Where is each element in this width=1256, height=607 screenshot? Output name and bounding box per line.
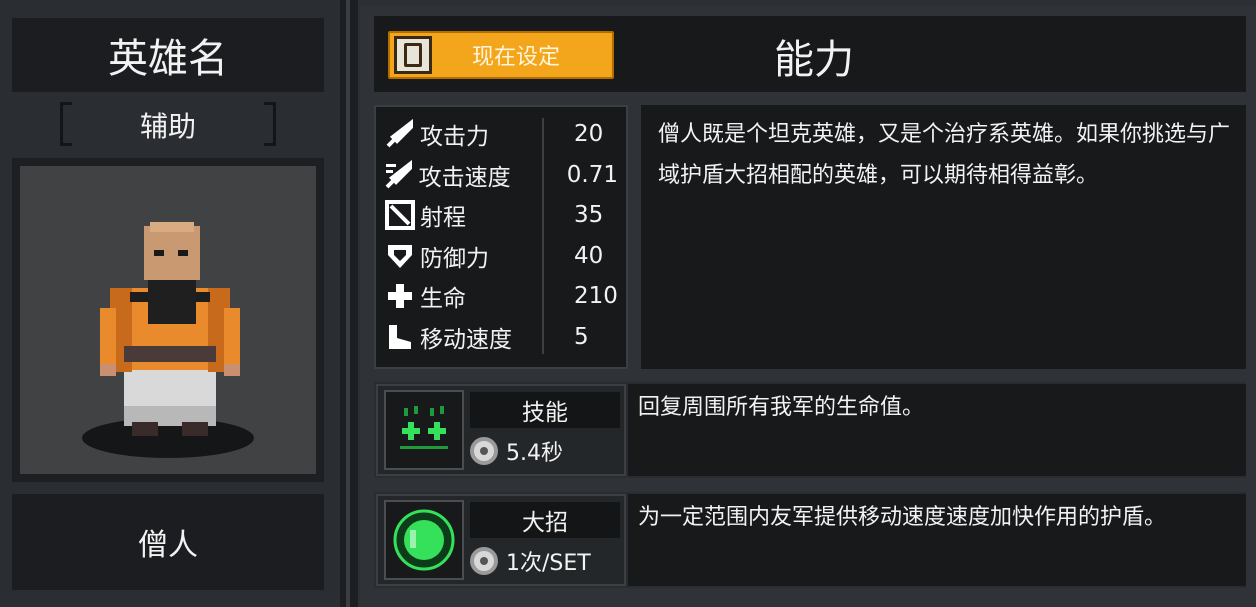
stat-label: 攻击力 — [420, 124, 489, 150]
keycap-icon — [394, 36, 432, 74]
ultimate-uses-value: 1次/SET — [506, 551, 591, 576]
attack-speed-icon — [384, 159, 415, 191]
stat-row-range: 射程 35 — [384, 196, 618, 234]
range-icon — [384, 199, 416, 231]
hero-role: 辅助 — [12, 100, 324, 150]
hero-role-label: 辅助 — [139, 110, 196, 143]
boot-icon — [384, 321, 416, 353]
stat-value: 5 — [574, 324, 589, 350]
stat-label: 防御力 — [420, 246, 489, 272]
stat-label: 移动速度 — [420, 327, 512, 353]
ultimate-uses: 1次/SET — [470, 542, 620, 580]
set-now-label: 现在设定 — [471, 45, 560, 70]
skill-cooldown: 5.4秒 — [470, 432, 620, 470]
bracket-right — [264, 102, 276, 146]
stat-value: 40 — [574, 243, 604, 269]
stat-value: 20 — [574, 121, 604, 147]
stat-label: 射程 — [420, 205, 466, 231]
stat-row-health: 生命 210 — [384, 277, 618, 315]
cooldown-clock-icon — [470, 437, 498, 465]
heal-skill-icon — [384, 390, 464, 470]
stat-value: 210 — [574, 283, 618, 309]
health-cross-icon — [384, 280, 416, 312]
stat-row-attack: 攻击力 20 — [384, 115, 618, 153]
set-now-button[interactable]: 现在设定 — [388, 31, 614, 79]
shield-icon — [384, 240, 416, 272]
bracket-left — [60, 102, 72, 146]
monk-sprite — [82, 222, 254, 458]
sword-icon — [384, 118, 416, 150]
stat-row-defense: 防御力 40 — [384, 237, 618, 275]
stat-row-attack-speed: 攻击速度 0.71 — [384, 156, 618, 194]
hero-title: 英雄名 — [12, 18, 324, 92]
skill-tag: 技能 — [470, 392, 620, 428]
ability-title: 能力 — [774, 37, 854, 83]
green-orb-icon — [384, 500, 464, 580]
uses-clock-icon — [470, 547, 498, 575]
skill-cooldown-value: 5.4秒 — [506, 441, 563, 466]
hero-description: 僧人既是个坦克英雄，又是个治疗系英雄。如果你挑选与广域护盾大招相配的英雄，可以期… — [658, 122, 1231, 188]
hero-name: 僧人 — [12, 494, 324, 590]
stat-value: 0.71 — [566, 162, 618, 188]
skill-description: 回复周围所有我军的生命值。 — [638, 395, 925, 420]
panel-divider-line — [346, 0, 350, 607]
ultimate-description: 为一定范围内友军提供移动速度速度加快作用的护盾。 — [638, 505, 1167, 530]
stat-row-move-speed: 移动速度 5 — [384, 318, 618, 356]
hero-portrait — [20, 166, 316, 474]
stat-value: 35 — [574, 202, 604, 228]
stat-label: 生命 — [420, 286, 466, 312]
stat-label: 攻击速度 — [418, 165, 511, 191]
ultimate-tag: 大招 — [470, 502, 620, 538]
